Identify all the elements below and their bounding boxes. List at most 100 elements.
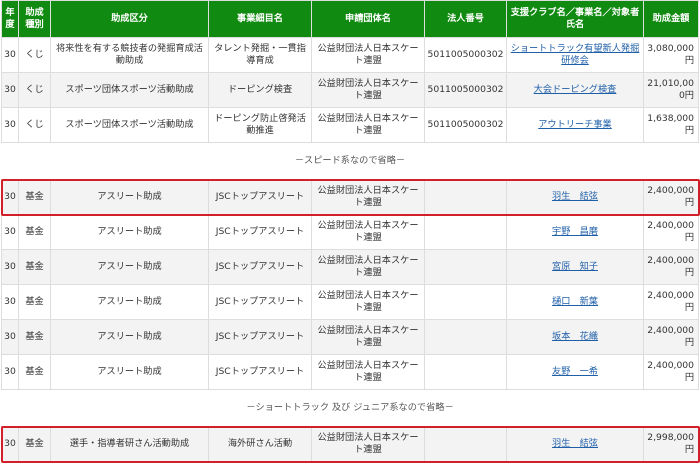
corp-number-cell: [424, 426, 507, 462]
category-cell: アスリート助成: [50, 214, 209, 250]
year-cell: 30: [1, 72, 19, 108]
item-cell: JSCトップアスリート: [208, 284, 312, 320]
table-row: 30 くじ スポーツ団体スポーツ活動助成 ドーピング検査 公益財団法人日本スケート連盟 5…: [1, 72, 699, 108]
type-cell: 基金: [18, 426, 51, 462]
support-link[interactable]: 羽生 結弦: [552, 191, 598, 202]
amount-cell: 2,400,000円: [643, 214, 699, 250]
year-cell: 30: [1, 37, 19, 73]
applicant-cell: 公益財団法人日本スケート連盟: [311, 37, 425, 73]
support-cell: 宮原 知子: [506, 249, 644, 285]
year-cell: 30: [1, 426, 19, 462]
corp-number-cell: 5011005000302: [424, 107, 507, 143]
table-row: 30 基金 アスリート助成 JSCトップアスリート 公益財団法人日本スケート連盟 坂本 花…: [1, 319, 699, 355]
corp-number-cell: [424, 319, 507, 355]
item-cell: JSCトップアスリート: [208, 319, 312, 355]
amount-cell: 2,400,000円: [643, 284, 699, 320]
type-cell: 基金: [18, 214, 51, 250]
table-body: 30 くじ 将来性を有する競技者の発掘育成活動助成 タレント発掘・一貫指導育成 公益財団…: [1, 37, 699, 462]
amount-cell: 2,400,000円: [643, 179, 699, 215]
support-link[interactable]: 友野 一希: [552, 366, 598, 377]
support-link[interactable]: 樋口 新葉: [552, 296, 598, 307]
category-cell: スポーツ団体スポーツ活動助成: [50, 107, 209, 143]
category-header: 助成区分: [50, 0, 209, 38]
type-header: 助成種別: [18, 0, 51, 38]
table-row: 30 基金 アスリート助成 JSCトップアスリート 公益財団法人日本スケート連盟 樋口 新…: [1, 284, 699, 320]
support-cell: ショートトラック有望新人発掘研修会: [506, 37, 644, 73]
corp-number-cell: 5011005000302: [424, 37, 507, 73]
support-header: 支援クラブ名／事業名／対象者氏名: [506, 0, 644, 38]
corp-number-cell: [424, 354, 507, 390]
table-row: 30 くじ 将来性を有する競技者の発掘育成活動助成 タレント発掘・一貫指導育成 公益財団…: [1, 37, 699, 73]
category-cell: アスリート助成: [50, 284, 209, 320]
type-cell: 基金: [18, 354, 51, 390]
support-cell: 羽生 結弦: [506, 179, 644, 215]
amount-cell: 2,400,000円: [643, 319, 699, 355]
amount-cell: 21,010,000円: [643, 72, 699, 108]
item-header: 事業細目名: [208, 0, 312, 38]
category-cell: アスリート助成: [50, 179, 209, 215]
applicant-cell: 公益財団法人日本スケート連盟: [311, 426, 425, 462]
item-cell: ドーピング防止啓発活動推進: [208, 107, 312, 143]
applicant-cell: 公益財団法人日本スケート連盟: [311, 249, 425, 285]
table-row: 30 基金 選手・指導者研さん活動助成 海外研さん活動 公益財団法人日本スケート連盟 羽生…: [1, 426, 699, 462]
corp-number-header: 法人番号: [424, 0, 507, 38]
amount-header: 助成金額: [643, 0, 699, 38]
category-cell: スポーツ団体スポーツ活動助成: [50, 72, 209, 108]
amount-cell: 2,400,000円: [643, 249, 699, 285]
table-row: 30 基金 アスリート助成 JSCトップアスリート 公益財団法人日本スケート連盟 宮原 知…: [1, 249, 699, 285]
type-cell: 基金: [18, 319, 51, 355]
omission-note: －ショートトラック 及び ジュニア系なので省略－: [1, 389, 699, 427]
year-cell: 30: [1, 319, 19, 355]
item-cell: 海外研さん活動: [208, 426, 312, 462]
item-cell: タレント発掘・一貫指導育成: [208, 37, 312, 73]
support-link[interactable]: アウトリーチ事業: [538, 119, 612, 130]
support-link[interactable]: ショートトラック有望新人発掘研修会: [511, 43, 640, 66]
support-link[interactable]: 宇野 昌磨: [552, 226, 598, 237]
table-row: 30 基金 アスリート助成 JSCトップアスリート 公益財団法人日本スケート連盟 羽生 結…: [1, 179, 699, 215]
category-cell: アスリート助成: [50, 319, 209, 355]
applicant-cell: 公益財団法人日本スケート連盟: [311, 214, 425, 250]
year-header: 年度: [1, 0, 19, 38]
corp-number-cell: [424, 179, 507, 215]
applicant-header: 申請団体名: [311, 0, 425, 38]
support-link[interactable]: 坂本 花織: [552, 331, 598, 342]
year-cell: 30: [1, 284, 19, 320]
amount-cell: 3,080,000円: [643, 37, 699, 73]
applicant-cell: 公益財団法人日本スケート連盟: [311, 354, 425, 390]
year-cell: 30: [1, 354, 19, 390]
support-cell: 友野 一希: [506, 354, 644, 390]
table-row: 30 基金 アスリート助成 JSCトップアスリート 公益財団法人日本スケート連盟 友野 一…: [1, 354, 699, 390]
applicant-cell: 公益財団法人日本スケート連盟: [311, 284, 425, 320]
support-cell: 坂本 花織: [506, 319, 644, 355]
item-cell: JSCトップアスリート: [208, 179, 312, 215]
support-link[interactable]: 宮原 知子: [552, 261, 598, 272]
support-cell: 宇野 昌磨: [506, 214, 644, 250]
year-cell: 30: [1, 249, 19, 285]
corp-number-cell: [424, 284, 507, 320]
support-link[interactable]: 羽生 結弦: [552, 438, 598, 449]
amount-cell: 1,638,000円: [643, 107, 699, 143]
table-row: 30 基金 アスリート助成 JSCトップアスリート 公益財団法人日本スケート連盟 宇野 昌…: [1, 214, 699, 250]
type-cell: 基金: [18, 284, 51, 320]
subsidy-table: 年度 助成種別 助成区分 事業細目名 申請団体名 法人番号 支援クラブ名／事業名／対象者氏名…: [1, 0, 699, 462]
support-cell: 羽生 結弦: [506, 426, 644, 462]
applicant-cell: 公益財団法人日本スケート連盟: [311, 72, 425, 108]
type-cell: くじ: [18, 107, 51, 143]
year-cell: 30: [1, 214, 19, 250]
table-header: 年度 助成種別 助成区分 事業細目名 申請団体名 法人番号 支援クラブ名／事業名／対象者氏名…: [1, 0, 699, 38]
support-link[interactable]: 大会ドーピング検査: [534, 84, 617, 95]
applicant-cell: 公益財団法人日本スケート連盟: [311, 319, 425, 355]
omission-note: －スピード系なので省略－: [1, 142, 699, 180]
applicant-cell: 公益財団法人日本スケート連盟: [311, 107, 425, 143]
type-cell: 基金: [18, 249, 51, 285]
support-cell: 樋口 新葉: [506, 284, 644, 320]
amount-cell: 2,400,000円: [643, 354, 699, 390]
support-cell: アウトリーチ事業: [506, 107, 644, 143]
header-row: 年度 助成種別 助成区分 事業細目名 申請団体名 法人番号 支援クラブ名／事業名／対象者氏名…: [1, 0, 699, 38]
category-cell: 選手・指導者研さん活動助成: [50, 426, 209, 462]
corp-number-cell: [424, 249, 507, 285]
amount-cell: 2,998,000円: [643, 426, 699, 462]
item-cell: JSCトップアスリート: [208, 214, 312, 250]
applicant-cell: 公益財団法人日本スケート連盟: [311, 179, 425, 215]
type-cell: くじ: [18, 72, 51, 108]
